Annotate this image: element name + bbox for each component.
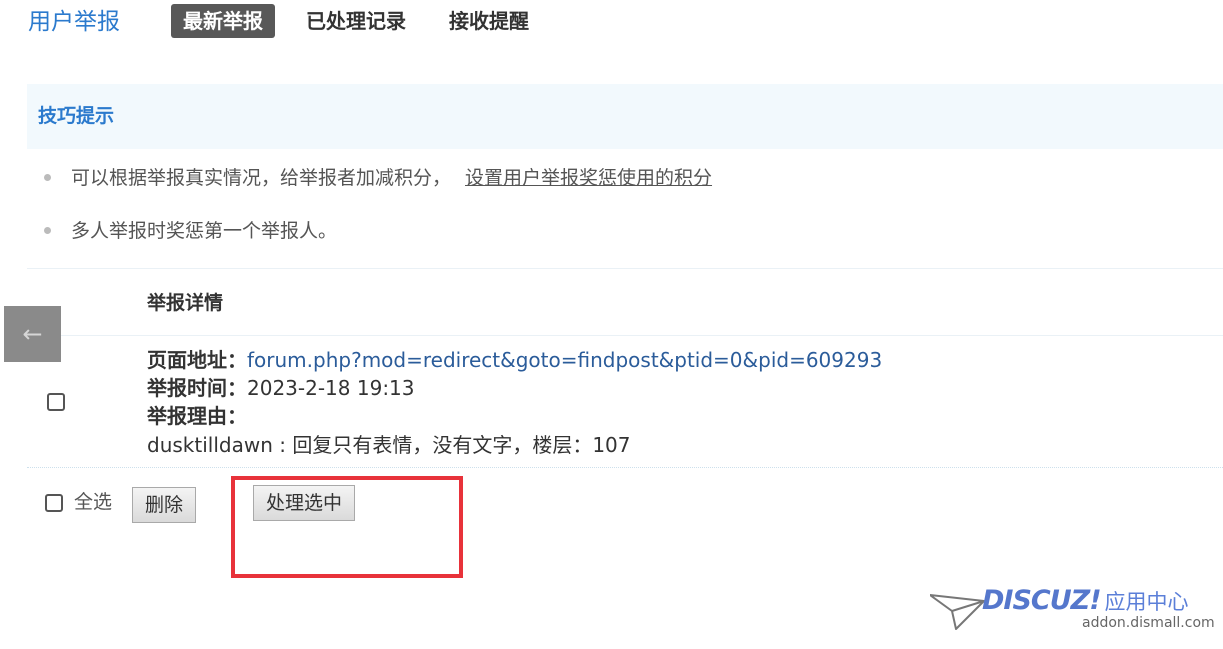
highlight-box: [231, 476, 463, 578]
tab-processed-records[interactable]: 已处理记录: [306, 4, 406, 38]
tip-item: 可以根据举报真实情况，给举报者加减积分， 设置用户举报奖惩使用的积分: [44, 163, 712, 193]
page-title: 用户举报: [28, 9, 120, 35]
report-time-value: 2023-2-18 19:13: [247, 376, 415, 400]
tips-title: 技巧提示: [38, 105, 115, 127]
row-checkbox[interactable]: [47, 393, 65, 411]
paper-plane-icon: [929, 594, 985, 630]
reporter-name: dusktilldawn: [147, 433, 273, 457]
reason-separator: :: [272, 433, 293, 457]
page-address-link[interactable]: forum.php?mod=redirect&goto=findpost&pti…: [247, 348, 882, 372]
report-page-address: 页面地址：forum.php?mod=redirect&goto=findpos…: [147, 346, 882, 374]
tip-text: 多人举报时奖惩第一个举报人。: [71, 220, 338, 242]
tip-item: 多人举报时奖惩第一个举报人。: [44, 216, 337, 246]
delete-button[interactable]: 删除: [132, 487, 197, 523]
divider: [27, 268, 1223, 269]
page-address-label: 页面地址：: [147, 348, 247, 372]
report-time: 举报时间：2023-2-18 19:13: [147, 374, 415, 402]
arrow-left-icon: ←: [22, 320, 43, 348]
brand-text: DISCUZ!: [982, 585, 1102, 616]
watermark-brand: DISCUZ! 应用中心: [982, 585, 1189, 616]
floor-number: 107: [592, 433, 631, 457]
back-arrow-button[interactable]: ←: [4, 306, 61, 362]
watermark-url: addon.dismall.com: [1082, 615, 1215, 631]
credit-settings-link[interactable]: 设置用户举报奖惩使用的积分: [465, 167, 712, 189]
divider: [27, 335, 1223, 336]
report-reason-heading: 举报理由：: [147, 402, 247, 430]
select-all-checkbox[interactable]: [45, 494, 63, 512]
tab-latest-reports[interactable]: 最新举报: [171, 4, 275, 38]
tips-header: [27, 84, 1223, 149]
tip-text: 可以根据举报真实情况，给举报者加减积分，: [71, 167, 452, 189]
select-all-label[interactable]: 全选: [74, 488, 112, 516]
report-reason: dusktilldawn : 回复只有表情，没有文字，楼层：107: [147, 431, 631, 459]
tab-receive-reminders[interactable]: 接收提醒: [449, 4, 529, 38]
brand-cn-text: 应用中心: [1104, 590, 1189, 614]
report-reason-label: 举报理由：: [147, 404, 247, 428]
row-separator: [27, 467, 1223, 468]
reason-text: 回复只有表情，没有文字，楼层：: [292, 433, 593, 457]
watermark: DISCUZ! 应用中心 addon.dismall.com: [929, 585, 1215, 635]
report-time-label: 举报时间：: [147, 376, 247, 400]
column-header-report-details: 举报详情: [147, 292, 224, 314]
bullet-icon: [44, 173, 51, 181]
bullet-icon: [44, 226, 51, 234]
